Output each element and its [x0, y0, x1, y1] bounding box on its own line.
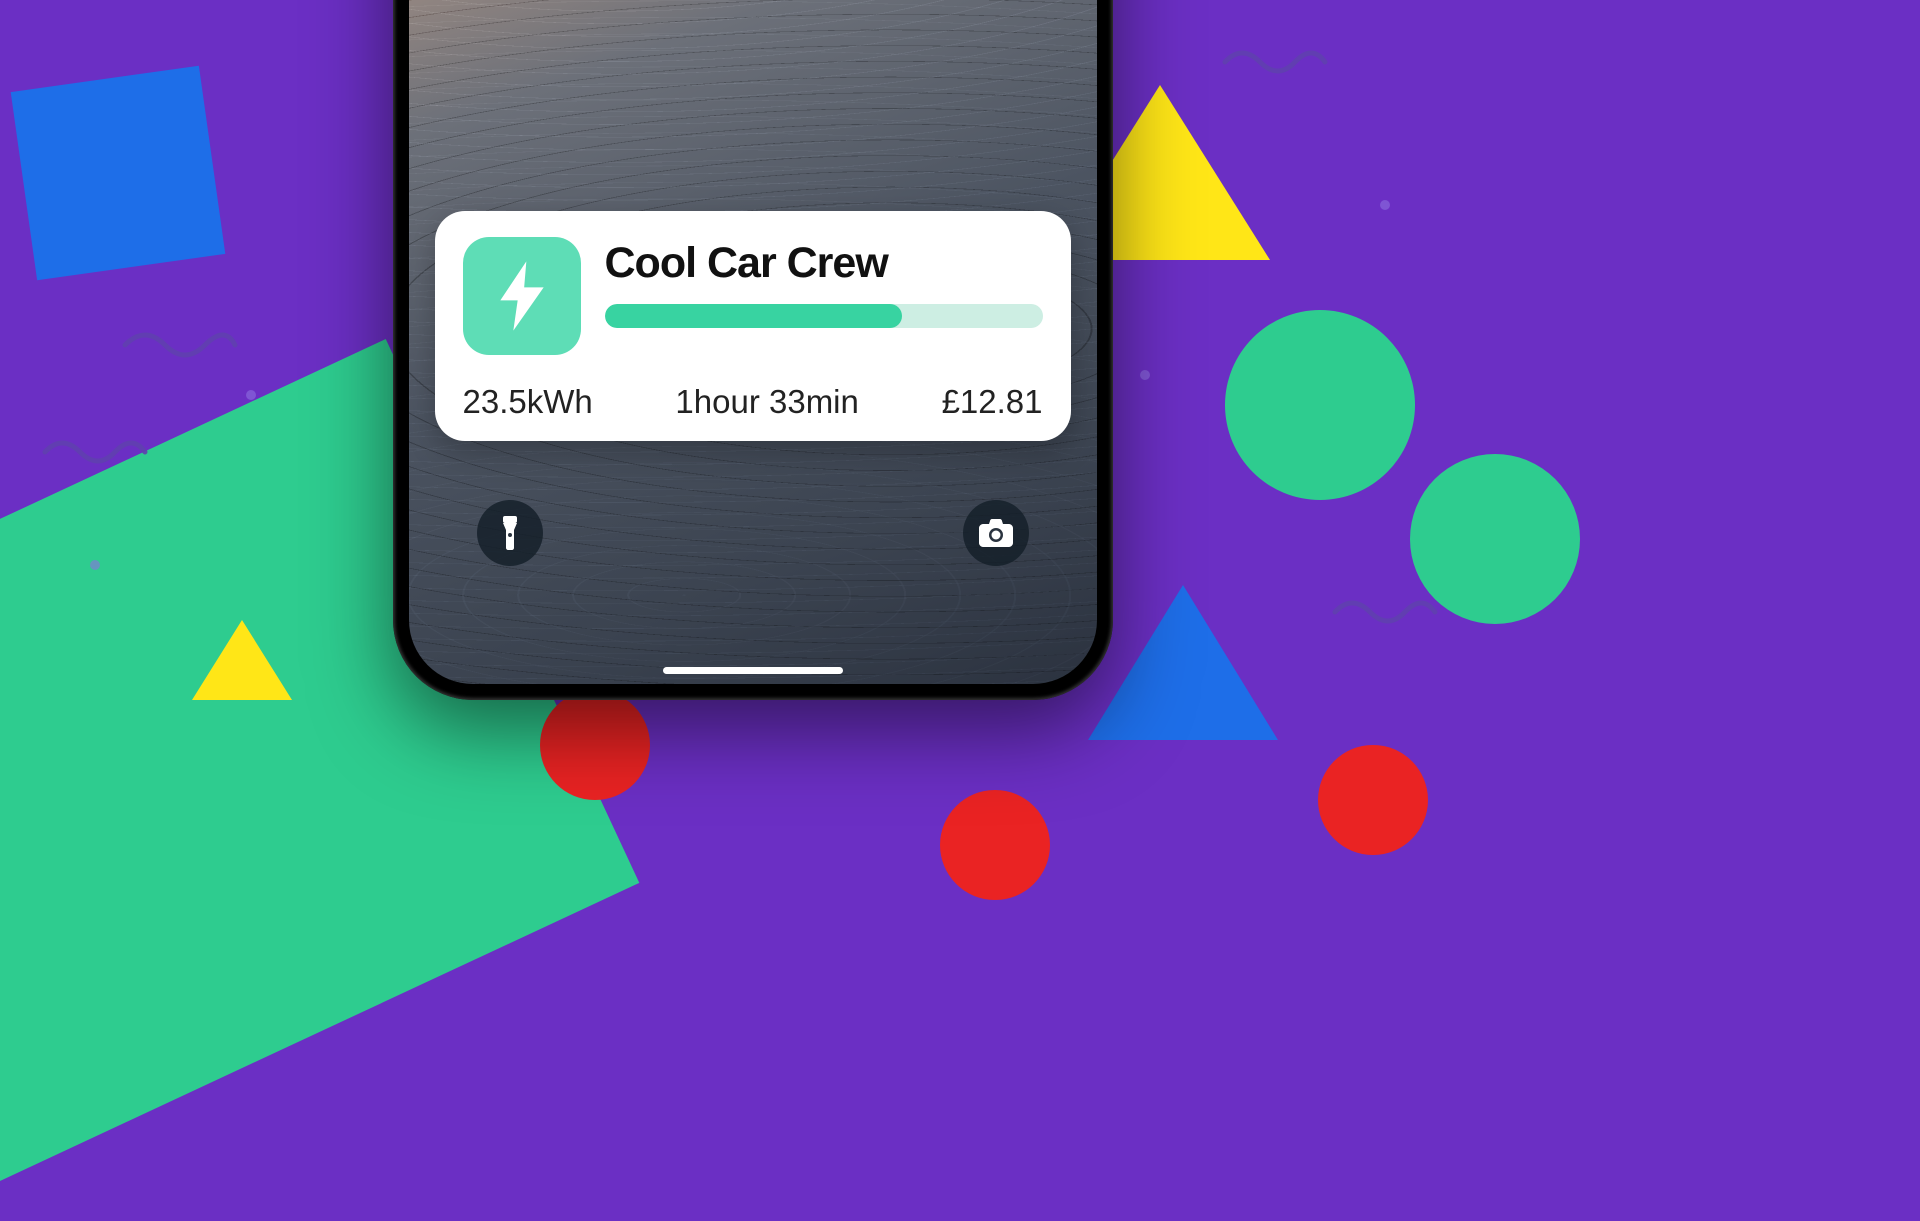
decor-squiggle	[40, 430, 150, 475]
stat-duration: 1hour 33min	[675, 383, 858, 421]
flashlight-icon	[497, 516, 523, 550]
decor-dot	[1380, 200, 1390, 210]
charge-progress-track	[605, 304, 1043, 328]
decor-squiggle	[1330, 590, 1440, 635]
decor-dot	[90, 560, 100, 570]
stat-cost: £12.81	[942, 383, 1043, 421]
charge-progress-fill	[605, 304, 903, 328]
flashlight-button[interactable]	[477, 500, 543, 566]
charging-widget[interactable]: Cool Car Crew 23.5kWh 1hour 33min £12.81	[435, 211, 1071, 441]
decor-circle-green-1	[1225, 310, 1415, 500]
widget-title: Cool Car Crew	[605, 239, 1043, 288]
decor-triangle-yellow-2	[192, 620, 292, 700]
decor-dot	[246, 390, 256, 400]
decor-circle-red-1	[540, 690, 650, 800]
decor-dot	[1140, 370, 1150, 380]
camera-button[interactable]	[963, 500, 1029, 566]
phone-screen: Cool Car Crew 23.5kWh 1hour 33min £12.81	[409, 0, 1097, 684]
decor-circle-red-3	[1318, 745, 1428, 855]
phone-device-frame: Cool Car Crew 23.5kWh 1hour 33min £12.81	[393, 0, 1113, 700]
decor-circle-red-2	[940, 790, 1050, 900]
camera-icon	[979, 519, 1013, 547]
home-indicator[interactable]	[663, 667, 843, 674]
decor-squiggle	[120, 320, 240, 370]
app-icon-lightning	[463, 237, 581, 355]
lightning-icon	[496, 260, 548, 332]
decor-triangle-blue	[1088, 585, 1278, 740]
decor-square	[11, 66, 226, 281]
decor-squiggle	[1220, 40, 1330, 85]
stat-energy: 23.5kWh	[463, 383, 593, 421]
